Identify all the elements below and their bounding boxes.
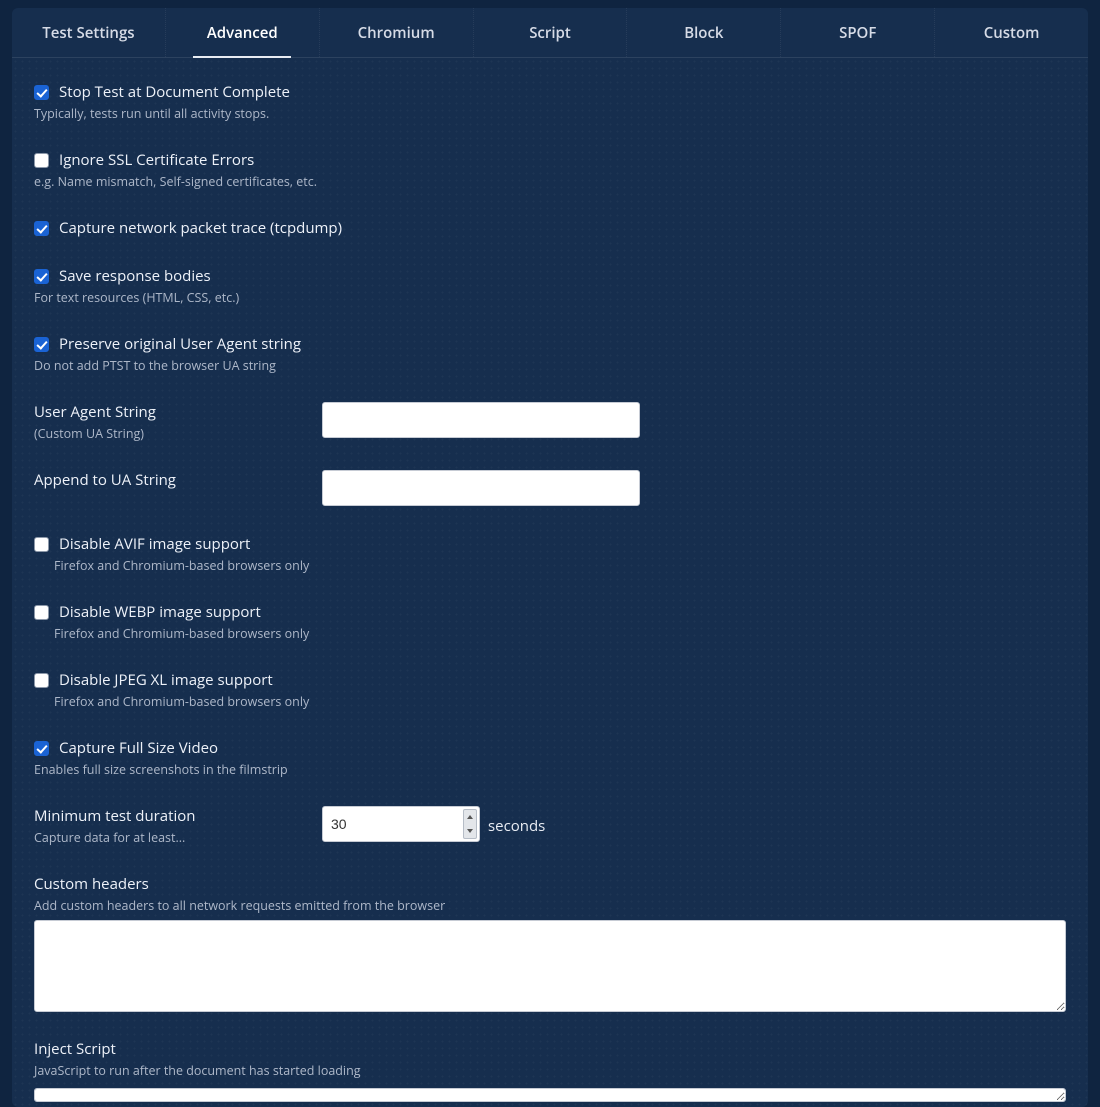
ignore-ssl-checkbox[interactable] <box>34 153 49 168</box>
min-duration-desc: Capture data for at least... <box>34 829 322 846</box>
capture-tcpdump-checkbox[interactable] <box>34 221 49 236</box>
inject-script-desc: JavaScript to run after the document has… <box>34 1062 1066 1079</box>
ua-string-desc: (Custom UA String) <box>34 425 322 442</box>
disable-avif-desc: Firefox and Chromium-based browsers only <box>54 557 1066 574</box>
custom-headers-textarea[interactable] <box>34 920 1066 1012</box>
min-duration-label: Minimum test duration <box>34 806 322 826</box>
tab-custom[interactable]: Custom <box>935 8 1088 57</box>
min-duration-suffix: seconds <box>488 816 545 836</box>
disable-jxl-desc: Firefox and Chromium-based browsers only <box>54 693 1066 710</box>
ua-string-label: User Agent String <box>34 402 322 422</box>
ua-string-input[interactable] <box>322 402 640 438</box>
settings-panel: Test Settings Advanced Chromium Script B… <box>12 8 1088 1107</box>
inject-script-label: Inject Script <box>34 1039 1066 1059</box>
tab-spof[interactable]: SPOF <box>781 8 935 57</box>
append-ua-input[interactable] <box>322 470 640 506</box>
disable-jxl-checkbox[interactable] <box>34 673 49 688</box>
disable-avif-checkbox[interactable] <box>34 537 49 552</box>
custom-headers-desc: Add custom headers to all network reques… <box>34 897 1066 914</box>
ignore-ssl-label: Ignore SSL Certificate Errors <box>59 150 254 170</box>
stop-doc-complete-label: Stop Test at Document Complete <box>59 82 290 102</box>
tabs-bar: Test Settings Advanced Chromium Script B… <box>12 8 1088 58</box>
disable-webp-checkbox[interactable] <box>34 605 49 620</box>
full-video-desc: Enables full size screenshots in the fil… <box>34 761 1066 778</box>
stop-doc-complete-checkbox[interactable] <box>34 85 49 100</box>
tab-test-settings[interactable]: Test Settings <box>12 8 166 57</box>
preserve-ua-desc: Do not add PTST to the browser UA string <box>34 357 1066 374</box>
tab-block[interactable]: Block <box>627 8 781 57</box>
preserve-ua-checkbox[interactable] <box>34 337 49 352</box>
disable-avif-label: Disable AVIF image support <box>59 534 250 554</box>
inject-script-textarea[interactable] <box>34 1088 1066 1102</box>
full-video-label: Capture Full Size Video <box>59 738 218 758</box>
disable-webp-label: Disable WEBP image support <box>59 602 261 622</box>
advanced-content: Stop Test at Document Complete Typically… <box>12 58 1088 1107</box>
capture-tcpdump-label: Capture network packet trace (tcpdump) <box>59 218 342 238</box>
tab-advanced[interactable]: Advanced <box>166 8 320 57</box>
full-video-checkbox[interactable] <box>34 741 49 756</box>
tab-script[interactable]: Script <box>474 8 628 57</box>
disable-jxl-label: Disable JPEG XL image support <box>59 670 273 690</box>
disable-webp-desc: Firefox and Chromium-based browsers only <box>54 625 1066 642</box>
ignore-ssl-desc: e.g. Name mismatch, Self-signed certific… <box>34 173 1066 190</box>
save-bodies-desc: For text resources (HTML, CSS, etc.) <box>34 289 1066 306</box>
custom-headers-label: Custom headers <box>34 874 1066 894</box>
min-duration-input[interactable] <box>322 806 480 842</box>
tab-chromium[interactable]: Chromium <box>320 8 474 57</box>
preserve-ua-label: Preserve original User Agent string <box>59 334 301 354</box>
stop-doc-complete-desc: Typically, tests run until all activity … <box>34 105 1066 122</box>
append-ua-label: Append to UA String <box>34 470 322 490</box>
save-bodies-checkbox[interactable] <box>34 269 49 284</box>
save-bodies-label: Save response bodies <box>59 266 211 286</box>
